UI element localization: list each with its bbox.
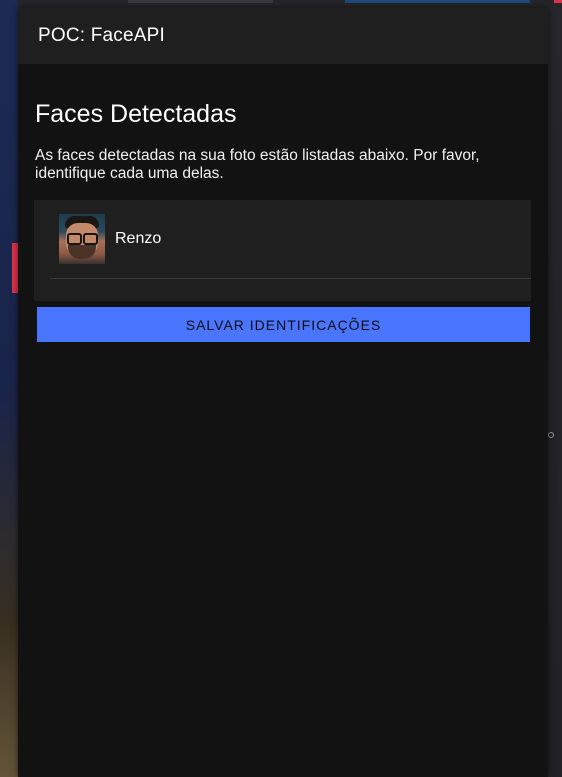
background-left-strip <box>0 0 18 777</box>
app-title: POC: FaceAPI <box>38 25 165 46</box>
faces-modal: POC: FaceAPI Faces Detectadas As faces d… <box>18 8 548 777</box>
scroll-indicator[interactable] <box>548 432 554 438</box>
faces-list: Renzo <box>34 200 531 301</box>
background-red-corner <box>554 0 562 3</box>
modal-body: Faces Detectadas As faces detectadas na … <box>18 64 548 342</box>
save-identifications-button[interactable]: SALVAR IDENTIFICAÇÕES <box>37 307 530 342</box>
background-top-tab-active <box>345 0 530 3</box>
avatar <box>59 214 105 264</box>
list-item[interactable]: Renzo <box>50 200 531 279</box>
modal-header: POC: FaceAPI <box>18 8 548 64</box>
page-title: Faces Detectadas <box>35 100 237 128</box>
background-top-tab <box>128 0 273 3</box>
page-description: As faces detectadas na sua foto estão li… <box>35 147 480 182</box>
face-name-label: Renzo <box>115 230 162 247</box>
